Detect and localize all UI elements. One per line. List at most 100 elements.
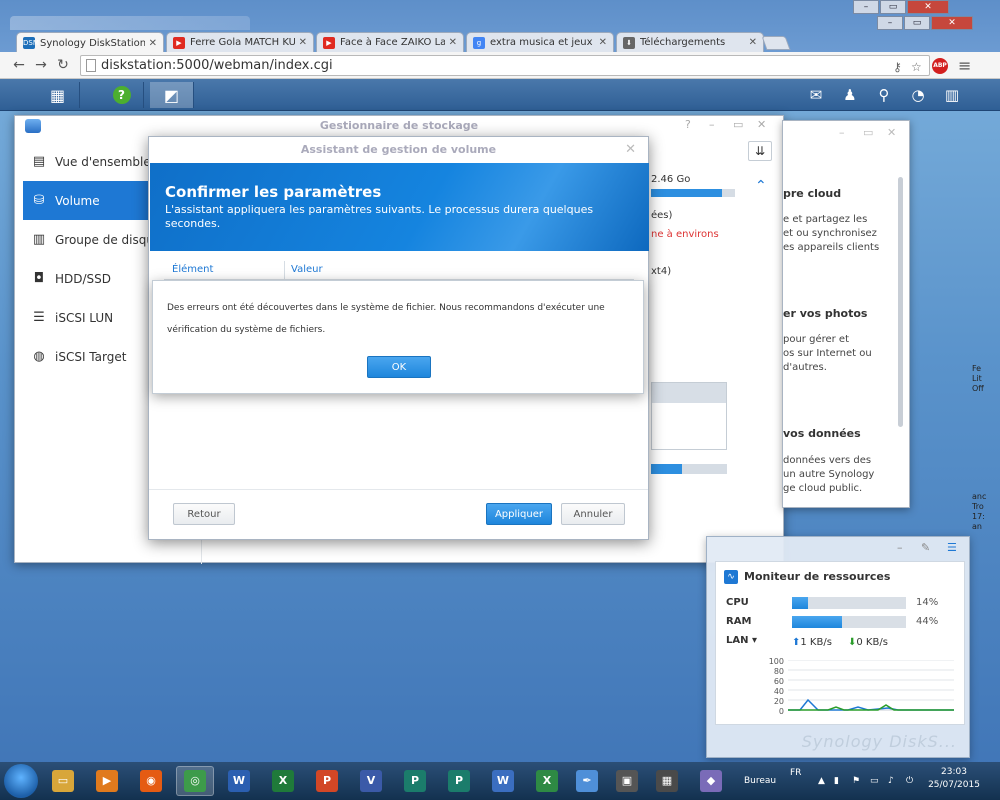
minimize-icon[interactable]: – bbox=[709, 118, 715, 131]
restore-icon[interactable]: ▭ bbox=[880, 0, 906, 14]
cloud-desc-1: e et partagez les et ou synchronisez es … bbox=[783, 214, 880, 253]
taskbar-app-word-doc[interactable]: W bbox=[484, 766, 522, 796]
forward-arrow-icon[interactable]: → bbox=[30, 57, 52, 73]
help-button[interactable]: ? bbox=[100, 82, 144, 108]
taskbar-app-excel[interactable]: X bbox=[264, 766, 302, 796]
tab-face-a-face[interactable]: ▶ Face à Face ZAIKO Lan ✕ bbox=[316, 32, 464, 52]
taskbar-app-firefox[interactable]: ◉ bbox=[132, 766, 170, 796]
notifications-icon[interactable]: ✉ bbox=[806, 86, 826, 104]
minimize-icon[interactable]: – bbox=[877, 16, 903, 30]
taskbar-app-package[interactable]: ◆ bbox=[692, 766, 730, 796]
minimize-icon[interactable]: – bbox=[853, 0, 879, 14]
address-bar[interactable]: diskstation:5000/webman/index.cgi ⚷ ☆ bbox=[80, 55, 930, 76]
sort-button[interactable]: ⇊ bbox=[748, 141, 772, 161]
tab-close-icon[interactable]: ✕ bbox=[149, 38, 157, 49]
restore-icon[interactable]: ▭ bbox=[904, 16, 930, 30]
taskbar-app-chrome[interactable]: ◎ bbox=[176, 766, 214, 796]
star-icon[interactable]: ☆ bbox=[911, 58, 922, 77]
wizard-title: Assistant de gestion de volume bbox=[300, 143, 497, 156]
secondary-usage-fill bbox=[651, 464, 683, 474]
taskbar-app-explorer[interactable]: ▭ bbox=[44, 766, 82, 796]
start-button[interactable] bbox=[4, 764, 38, 798]
feather-icon: ✒ bbox=[576, 770, 598, 792]
tab-extra-musica[interactable]: g extra musica et jeux africa ✕ bbox=[466, 32, 614, 52]
column-element[interactable]: Élément bbox=[172, 264, 213, 275]
help-icon[interactable]: ? bbox=[685, 118, 691, 131]
taskbar-app-feather[interactable]: ✒ bbox=[568, 766, 606, 796]
adblock-icon[interactable]: ABP bbox=[932, 58, 948, 74]
widgets-icon[interactable]: ◔ bbox=[908, 86, 928, 104]
maximize-icon[interactable]: ▭ bbox=[863, 126, 873, 139]
taskbar-app-excel-doc[interactable]: X bbox=[528, 766, 566, 796]
close-icon[interactable]: ✕ bbox=[887, 126, 896, 139]
language-indicator[interactable]: FR bbox=[790, 768, 801, 778]
back-arrow-icon[interactable]: ← bbox=[8, 57, 30, 73]
taskbar-app-powerpoint[interactable]: P bbox=[308, 766, 346, 796]
power-icon[interactable]: ⏻ bbox=[906, 776, 913, 786]
new-tab-button[interactable] bbox=[761, 36, 791, 50]
apply-button[interactable]: Appliquer bbox=[486, 503, 552, 525]
lan-dropdown[interactable]: LAN ▾ bbox=[726, 635, 757, 646]
network-icon[interactable]: ▮ bbox=[834, 776, 839, 786]
display-icon[interactable]: ▭ bbox=[870, 776, 879, 786]
ram-bar-fill bbox=[792, 616, 843, 628]
cloud-scrollbar[interactable] bbox=[898, 177, 903, 427]
close-icon[interactable]: ✕ bbox=[757, 118, 766, 131]
taskbar-app-media-player[interactable]: ▶ bbox=[88, 766, 126, 796]
minimize-icon[interactable]: – bbox=[839, 126, 845, 139]
flag-icon[interactable]: ⚑ bbox=[852, 776, 860, 786]
user-icon[interactable]: ♟ bbox=[840, 86, 860, 104]
close-icon[interactable]: ✕ bbox=[625, 142, 636, 157]
pin-icon[interactable]: ✎ bbox=[921, 541, 930, 554]
storage-manager-taskbar-icon[interactable]: ◩ bbox=[150, 82, 194, 108]
reload-icon[interactable]: ↻ bbox=[52, 57, 74, 73]
search-icon[interactable]: ⚲ bbox=[874, 86, 894, 104]
tab-ferre-gola[interactable]: ▶ Ferre Gola MATCH KUATA ✕ bbox=[166, 32, 314, 52]
desktop-toolbar-label[interactable]: Bureau bbox=[744, 776, 776, 786]
page-icon bbox=[86, 59, 96, 72]
film-icon: ▦ bbox=[656, 770, 678, 792]
volume-usage-bar bbox=[651, 189, 735, 197]
tray-expand-icon[interactable]: ▲ bbox=[818, 776, 825, 786]
tab-diskstation[interactable]: DSM Synology DiskStation - Di ✕ bbox=[16, 32, 164, 53]
browser-tab-strip: –▭✕ –▭✕ DSM Synology DiskStation - Di ✕ … bbox=[0, 0, 1000, 53]
volume-filesystem-text: xt4) bbox=[651, 266, 672, 277]
desktop-fragment-2: anc Tro 17: an bbox=[972, 492, 987, 531]
lan-download: ⬇0 KB/s bbox=[848, 637, 888, 648]
close-icon[interactable]: ✕ bbox=[931, 16, 973, 30]
tab-close-icon[interactable]: ✕ bbox=[749, 37, 757, 48]
volume-speaker-icon[interactable]: ♪ bbox=[888, 776, 894, 786]
widget-menu-icon[interactable]: ☰ bbox=[947, 541, 957, 554]
overview-icon: ▤ bbox=[32, 153, 46, 169]
key-icon[interactable]: ⚷ bbox=[893, 58, 902, 77]
word-doc-icon: W bbox=[492, 770, 514, 792]
hamburger-menu-icon[interactable]: ≡ bbox=[958, 56, 971, 75]
ok-button[interactable]: OK bbox=[367, 356, 431, 378]
cloud-title-1: pre cloud bbox=[783, 187, 842, 200]
back-button[interactable]: Retour bbox=[173, 503, 235, 525]
tab-close-icon[interactable]: ✕ bbox=[599, 37, 607, 48]
show-desktop-icon[interactable]: ▥ bbox=[942, 86, 962, 104]
volume-warning-text: ne à environs bbox=[651, 229, 719, 240]
main-menu-grid-icon[interactable]: ▦ bbox=[36, 82, 80, 108]
system-clock[interactable]: 23:03 25/07/2015 bbox=[928, 766, 980, 792]
maximize-icon[interactable]: ▭ bbox=[733, 118, 743, 131]
tab-close-icon[interactable]: ✕ bbox=[449, 37, 457, 48]
taskbar-app-monitor[interactable]: ▣ bbox=[608, 766, 646, 796]
tab-downloads[interactable]: ⬇ Téléchargements ✕ bbox=[616, 32, 764, 52]
taskbar-app-publisher[interactable]: P bbox=[440, 766, 478, 796]
taskbar-app-visio[interactable]: V bbox=[352, 766, 390, 796]
cancel-button[interactable]: Annuler bbox=[561, 503, 625, 525]
tab-close-icon[interactable]: ✕ bbox=[299, 37, 307, 48]
taskbar-app-word[interactable]: W bbox=[220, 766, 258, 796]
volume-icon: ⛁ bbox=[33, 192, 45, 208]
column-value[interactable]: Valeur bbox=[291, 264, 323, 275]
taskbar-app-publisher[interactable]: P bbox=[396, 766, 434, 796]
minimize-icon[interactable]: – bbox=[897, 541, 903, 554]
cloud-desc-3: données vers des un autre Synology ge cl… bbox=[783, 455, 875, 494]
collapse-chevron-icon[interactable]: ⌃ bbox=[755, 178, 767, 194]
column-divider bbox=[284, 261, 285, 280]
taskbar-app-film[interactable]: ▦ bbox=[648, 766, 686, 796]
ram-bar bbox=[792, 616, 906, 628]
close-icon[interactable]: ✕ bbox=[907, 0, 949, 14]
